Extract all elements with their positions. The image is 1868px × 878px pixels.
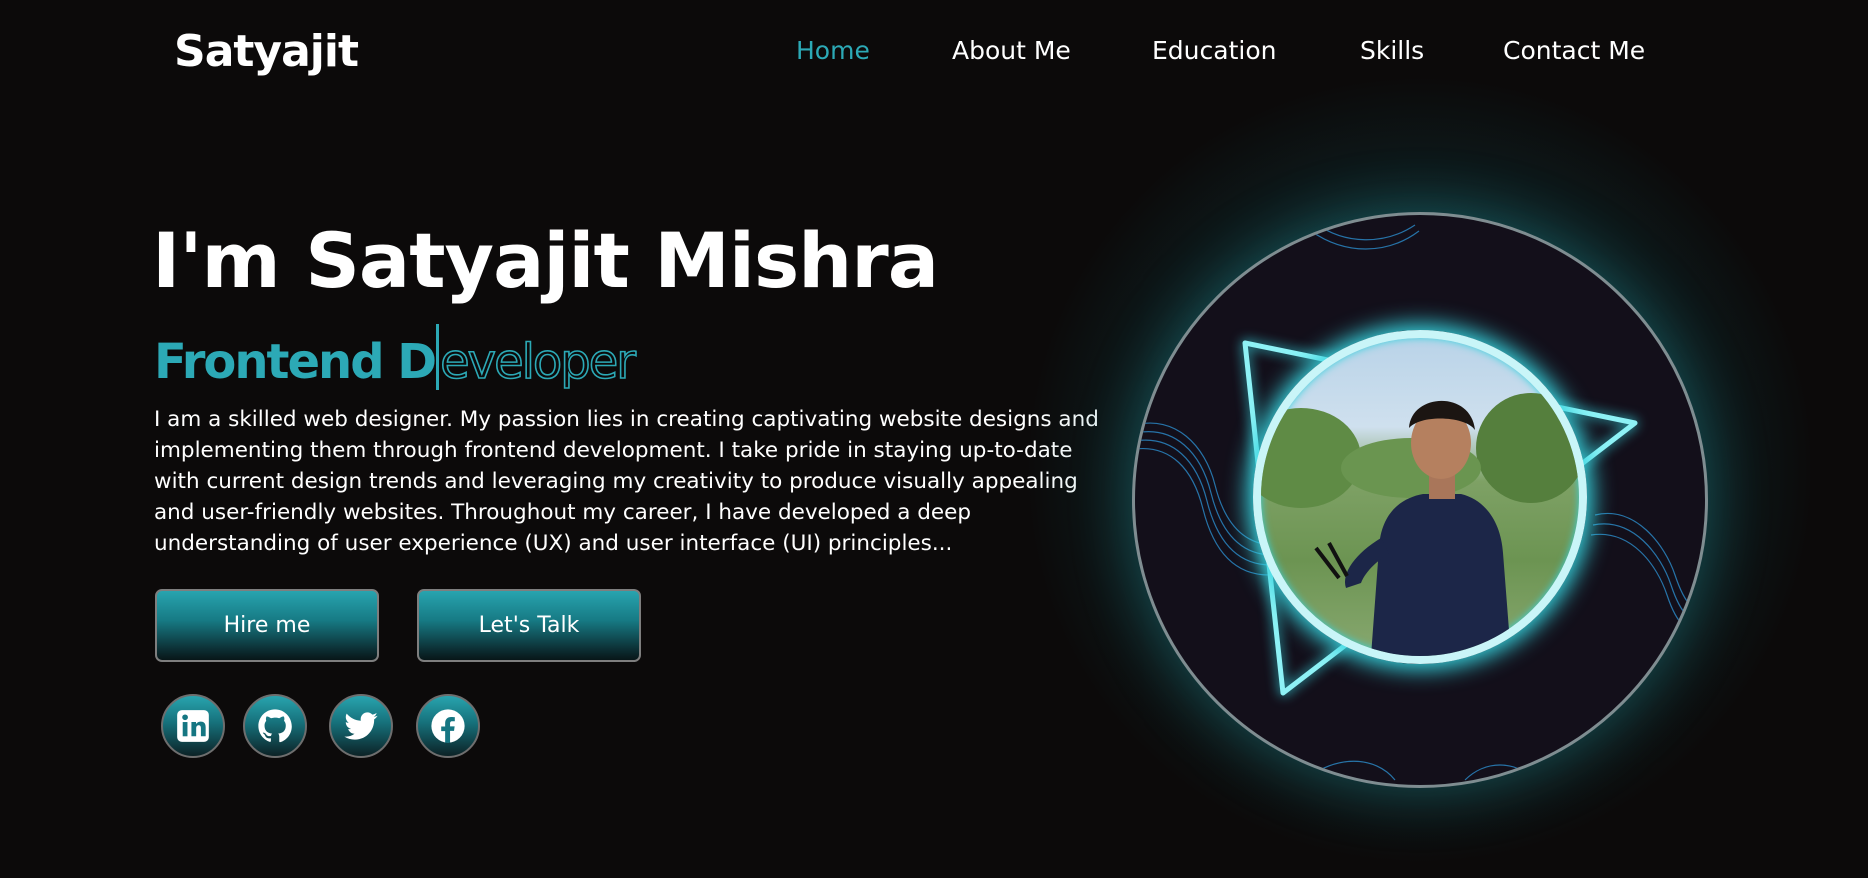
- lets-talk-button[interactable]: Let's Talk: [417, 589, 641, 662]
- hero-description: I am a skilled web designer. My passion …: [154, 407, 1099, 556]
- facebook-icon[interactable]: [416, 694, 480, 758]
- subtitle-outline-text: eveloper: [439, 333, 637, 391]
- subtitle-typed-text: Frontend D: [154, 334, 437, 390]
- hire-me-button[interactable]: Hire me: [155, 589, 379, 662]
- nav-contact-me[interactable]: Contact Me: [1503, 36, 1645, 65]
- site-logo[interactable]: Satyajit: [174, 26, 359, 77]
- hero-title: I'm Satyajit Mishra: [152, 216, 939, 305]
- profile-photo: [1253, 330, 1587, 664]
- github-icon[interactable]: [243, 694, 307, 758]
- linkedin-icon[interactable]: [161, 694, 225, 758]
- nav-home[interactable]: Home: [796, 36, 870, 65]
- hero-subtitle: Frontend Developer: [154, 324, 637, 391]
- typing-cursor: [436, 324, 440, 390]
- nav-education[interactable]: Education: [1152, 36, 1276, 65]
- nav-about-me[interactable]: About Me: [952, 36, 1071, 65]
- twitter-icon[interactable]: [329, 694, 393, 758]
